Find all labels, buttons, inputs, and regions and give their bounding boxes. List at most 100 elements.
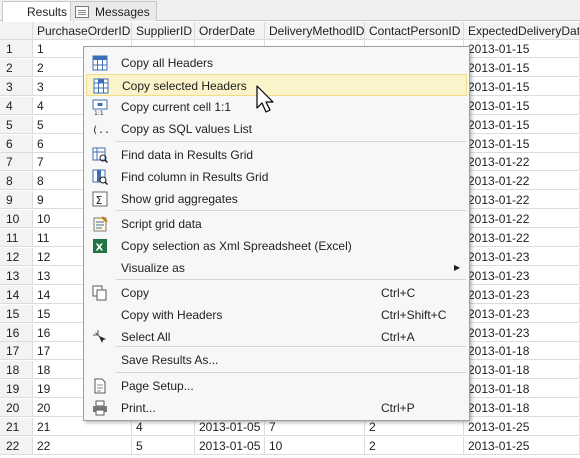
row-number[interactable]: 14 xyxy=(0,285,33,304)
row-number[interactable]: 2 xyxy=(0,58,33,77)
grid-cell[interactable]: 2013-01-25 xyxy=(464,418,580,436)
row-number[interactable]: 6 xyxy=(0,134,33,153)
row-number[interactable]: 4 xyxy=(0,96,33,115)
menu-item-label: Copy current cell 1:1 xyxy=(121,100,232,114)
row-number[interactable]: 22 xyxy=(0,436,33,455)
grid-cell[interactable]: 5 xyxy=(132,436,195,455)
grid-cell[interactable]: 2013-01-15 xyxy=(464,96,580,115)
column-header[interactable]: DeliveryMethodID xyxy=(265,22,365,40)
menu-separator xyxy=(116,372,466,373)
grid-cell[interactable]: 2013-01-18 xyxy=(464,380,580,399)
menu-item[interactable]: X Copy selection as Xml Spreadsheet (Exce… xyxy=(86,235,467,257)
row-number[interactable]: 11 xyxy=(0,229,33,247)
row-number[interactable]: 7 xyxy=(0,153,33,172)
row-number[interactable]: 9 xyxy=(0,191,33,210)
menu-item[interactable]: Copy with Headers Ctrl+Shift+C xyxy=(86,304,467,326)
grid-cell[interactable]: 2 xyxy=(365,436,464,455)
grid-cell[interactable]: 2013-01-18 xyxy=(464,399,580,418)
column-header[interactable]: PurchaseOrderID xyxy=(33,22,132,40)
excel-icon: X xyxy=(93,239,107,254)
menu-item-label: Show grid aggregates xyxy=(121,192,238,206)
tab-results[interactable]: Results xyxy=(2,1,75,40)
grid-cell[interactable]: 2013-01-18 xyxy=(464,361,580,380)
grid-cell[interactable]: 2013-01-23 xyxy=(464,266,580,285)
svg-text:1:1: 1:1 xyxy=(94,110,104,115)
grid-cell[interactable]: 2013-01-22 xyxy=(464,191,580,210)
menu-item[interactable]: Script grid data xyxy=(86,213,467,235)
menu-item[interactable]: Copy Ctrl+C xyxy=(86,282,467,304)
row-number[interactable]: 8 xyxy=(0,172,33,191)
column-header[interactable]: ContactPersonID xyxy=(365,22,464,40)
row-number[interactable]: 20 xyxy=(0,399,33,418)
grid-cell[interactable]: 2013-01-15 xyxy=(464,77,580,96)
copy-all-headers-icon xyxy=(92,55,108,71)
grid-cell[interactable]: 2013-01-22 xyxy=(464,172,580,191)
column-header[interactable]: SupplierID xyxy=(132,22,195,40)
grid-cell[interactable]: 22 xyxy=(33,436,132,455)
svg-text:(...): (...) xyxy=(92,125,108,136)
row-number[interactable]: 10 xyxy=(0,210,33,229)
menu-item-label: Script grid data xyxy=(121,217,202,231)
grid-cell[interactable]: 2013-01-23 xyxy=(464,323,580,342)
grid-cell[interactable]: 2013-01-18 xyxy=(464,342,580,361)
grid-cell[interactable]: 2013-01-22 xyxy=(464,153,580,172)
grid-cell[interactable]: 2013-01-23 xyxy=(464,247,580,266)
menu-item[interactable]: Σ Show grid aggregates xyxy=(86,188,467,210)
sigma-icon: Σ xyxy=(92,191,108,207)
grid-cell[interactable]: 2013-01-05 xyxy=(195,436,265,455)
column-header[interactable]: OrderDate xyxy=(195,22,265,40)
menu-item[interactable]: Visualize as ▶ xyxy=(86,257,467,279)
table-row[interactable]: 22 22 5 2013-01-05 10 2 2013-01-25 xyxy=(0,436,580,455)
row-number[interactable]: 18 xyxy=(0,361,33,380)
menu-item-label: Copy with Headers xyxy=(121,308,223,322)
grid-cell[interactable]: 2013-01-15 xyxy=(464,134,580,153)
menu-item[interactable]: Page Setup... xyxy=(86,375,467,397)
menu-item-label: Copy xyxy=(121,286,150,300)
menu-item[interactable]: Select All Ctrl+A xyxy=(86,326,467,348)
tab-messages-label: Messages xyxy=(95,4,150,19)
row-number[interactable]: 19 xyxy=(0,380,33,399)
grid-cell[interactable]: 2013-01-15 xyxy=(464,58,580,77)
grid-cell[interactable]: 2013-01-25 xyxy=(464,436,580,455)
menu-item-shortcut: Ctrl+P xyxy=(381,401,415,415)
row-number[interactable]: 21 xyxy=(0,418,33,436)
grid-cell[interactable]: 2013-01-15 xyxy=(464,40,580,58)
menu-item-label: Save Results As... xyxy=(121,353,219,367)
row-number[interactable]: 17 xyxy=(0,342,33,361)
row-number[interactable]: 15 xyxy=(0,304,33,323)
menu-item[interactable]: (...) Copy as SQL values List xyxy=(86,118,467,140)
menu-item[interactable]: Find data in Results Grid xyxy=(86,144,467,166)
menu-item[interactable]: Copy all Headers xyxy=(86,52,467,74)
row-number[interactable]: 1 xyxy=(0,40,33,58)
menu-item-label: Select All xyxy=(121,330,171,344)
menu-separator xyxy=(116,141,466,142)
tab-results-label: Results xyxy=(27,5,68,19)
menu-item[interactable]: Print... Ctrl+P xyxy=(86,397,467,419)
row-number[interactable]: 5 xyxy=(0,115,33,134)
grid-cell[interactable]: 2013-01-22 xyxy=(464,210,580,229)
page-setup-icon xyxy=(94,378,106,394)
mouse-pointer-icon xyxy=(256,85,274,113)
grid-cell[interactable]: 2013-01-22 xyxy=(464,229,580,247)
tab-messages[interactable]: Messages xyxy=(70,1,157,21)
grid-cell[interactable]: 2013-01-23 xyxy=(464,285,580,304)
menu-item-label: Print... xyxy=(121,401,156,415)
menu-item-label: Copy all Headers xyxy=(121,56,214,70)
grid-cell[interactable]: 2013-01-23 xyxy=(464,304,580,323)
menu-item[interactable]: Save Results As... xyxy=(86,349,467,371)
row-number[interactable]: 16 xyxy=(0,323,33,342)
svg-text:Σ: Σ xyxy=(96,194,103,207)
grid-cell[interactable]: 2013-01-15 xyxy=(464,115,580,134)
row-number[interactable]: 3 xyxy=(0,77,33,96)
column-header[interactable]: ExpectedDeliveryDate xyxy=(464,22,580,40)
grid-cell[interactable]: 10 xyxy=(265,436,365,455)
header-corner[interactable] xyxy=(0,22,33,40)
sql-values-icon: (...) xyxy=(92,125,108,136)
menu-item-label: Copy selected Headers xyxy=(122,79,247,93)
copy-cell-icon: 1:1 xyxy=(92,99,108,115)
row-number[interactable]: 12 xyxy=(0,247,33,266)
menu-item[interactable]: Find column in Results Grid xyxy=(86,166,467,188)
row-number[interactable]: 13 xyxy=(0,266,33,285)
menu-item-label: Copy as SQL values List xyxy=(121,122,252,136)
menu-item-shortcut: Ctrl+A xyxy=(381,330,415,344)
